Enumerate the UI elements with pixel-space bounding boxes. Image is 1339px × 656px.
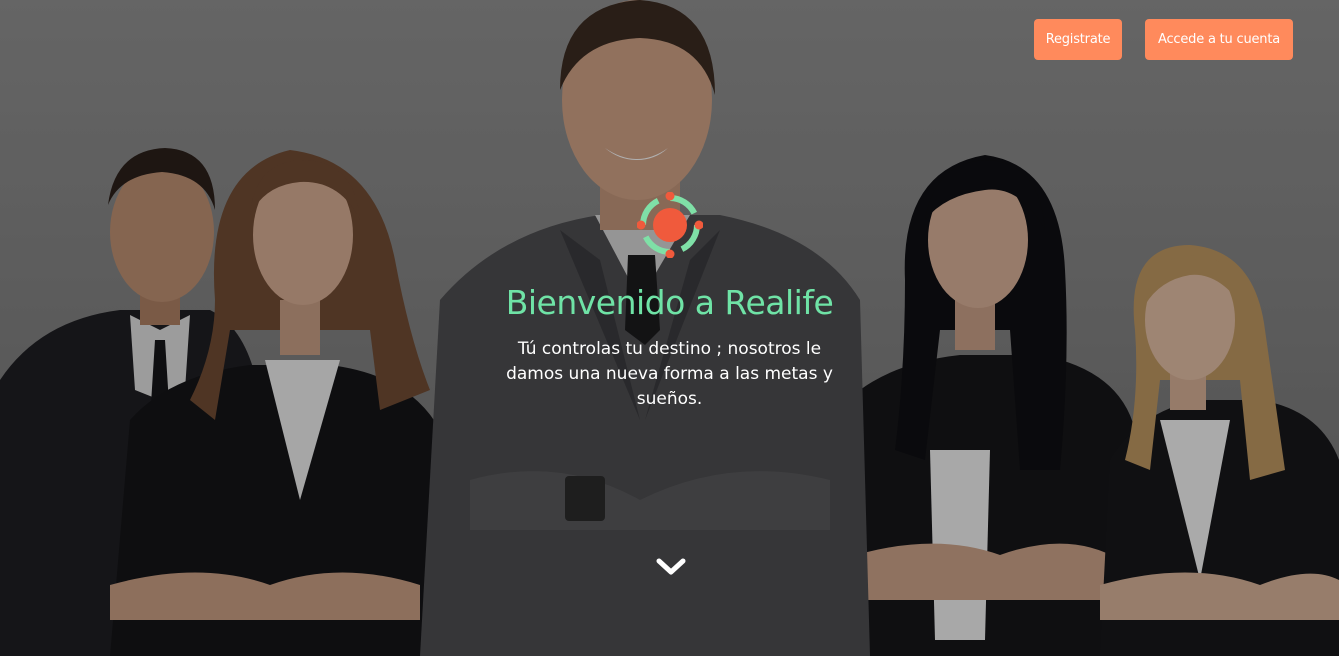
hero-title: Bienvenido a Realife bbox=[505, 283, 834, 322]
register-button[interactable]: Registrate bbox=[1034, 19, 1122, 60]
realife-logo-icon bbox=[636, 192, 703, 258]
login-button[interactable]: Accede a tu cuenta bbox=[1145, 19, 1293, 60]
hero-content: Bienvenido a Realife Tú controlas tu des… bbox=[0, 192, 1339, 412]
top-nav: Registrate Accede a tu cuenta bbox=[1034, 19, 1293, 60]
chevron-down-icon[interactable] bbox=[656, 556, 686, 578]
hero-tagline: Tú controlas tu destino ; nosotros le da… bbox=[506, 339, 833, 409]
